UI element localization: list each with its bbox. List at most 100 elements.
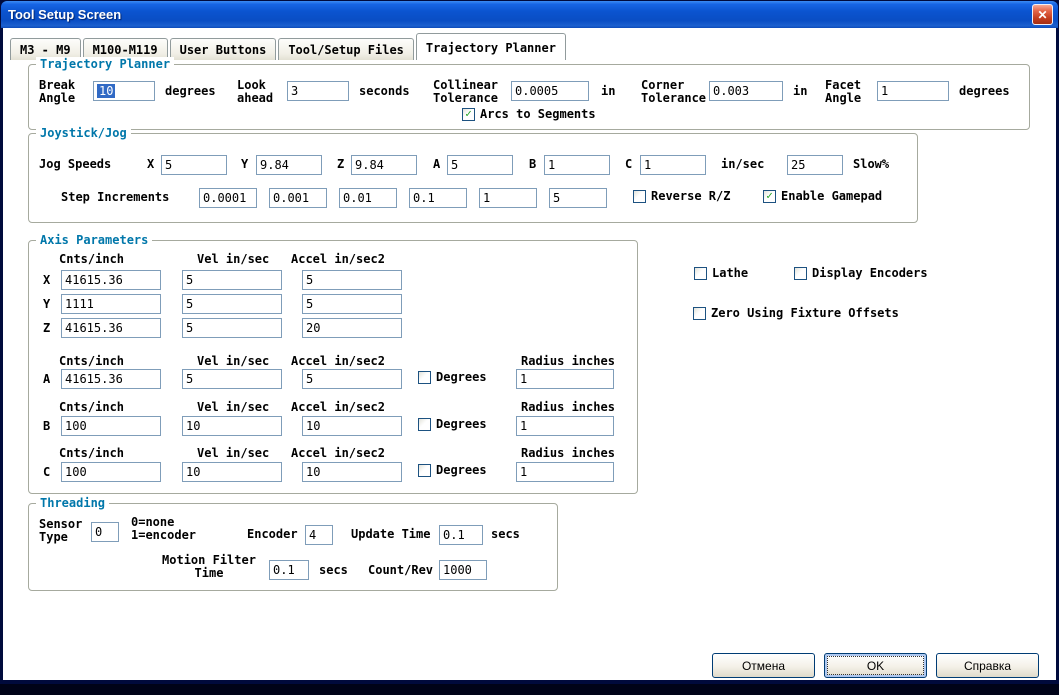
reverse-rz-checkbox[interactable]: ✓ bbox=[633, 189, 646, 203]
axis-c-radius-input[interactable] bbox=[516, 462, 614, 482]
look-ahead-unit: seconds bbox=[359, 84, 410, 98]
facet-angle-input[interactable] bbox=[877, 81, 949, 101]
trajectory-planner-group: Trajectory Planner Break Angle 10 degree… bbox=[28, 57, 1030, 130]
tab-user-buttons[interactable]: User Buttons bbox=[169, 38, 277, 60]
close-icon: ✕ bbox=[1037, 7, 1048, 22]
axis-c-cnts-input[interactable] bbox=[61, 462, 161, 482]
break-angle-input[interactable]: 10 bbox=[93, 81, 155, 101]
jog-speed-c-input[interactable] bbox=[640, 155, 706, 175]
close-button[interactable]: ✕ bbox=[1032, 4, 1053, 25]
axis-x-accel-input[interactable] bbox=[302, 270, 402, 290]
count-per-rev-input[interactable] bbox=[439, 560, 487, 580]
axis-b-accel-input[interactable] bbox=[302, 416, 402, 436]
axis-a-accel-input[interactable] bbox=[302, 369, 402, 389]
encoder-input[interactable] bbox=[305, 525, 333, 545]
axis-a-vel-input[interactable] bbox=[182, 369, 282, 389]
axis-c-degrees-label: Degrees bbox=[436, 463, 487, 477]
display-encoders-checkbox[interactable]: ✓ bbox=[794, 266, 807, 280]
jog-axis-z-label: Z bbox=[337, 157, 345, 171]
step-increment-5-input[interactable] bbox=[479, 188, 537, 208]
joystick-jog-group-title: Joystick/Jog bbox=[36, 126, 131, 141]
axis-a-degrees-label: Degrees bbox=[436, 370, 487, 384]
axis-c-label: C bbox=[43, 465, 51, 479]
collinear-tolerance-input[interactable] bbox=[511, 81, 589, 101]
arcs-to-segments-checkbox[interactable]: ✓ bbox=[462, 107, 475, 121]
axis-b-degrees-label: Degrees bbox=[436, 417, 487, 431]
corner-tolerance-input[interactable] bbox=[709, 81, 783, 101]
b-header-accel: Accel in/sec2 bbox=[291, 400, 385, 414]
jog-speed-x-input[interactable] bbox=[161, 155, 227, 175]
jog-speed-b-input[interactable] bbox=[544, 155, 610, 175]
b-header-cnts: Cnts/inch bbox=[59, 400, 125, 414]
axis-c-accel-input[interactable] bbox=[302, 462, 402, 482]
xyz-header-cnts: Cnts/inch bbox=[59, 252, 125, 266]
axis-y-label: Y bbox=[43, 297, 51, 311]
sensor-type-input[interactable] bbox=[91, 522, 119, 542]
threading-group: Threading Sensor Type 0=none 1=encoder E… bbox=[28, 496, 558, 591]
axis-a-degrees-checkbox[interactable]: ✓ bbox=[418, 370, 431, 384]
display-encoders-label: Display Encoders bbox=[812, 266, 928, 280]
step-increment-2-input[interactable] bbox=[269, 188, 327, 208]
arcs-to-segments-option: ✓ Arcs to Segments bbox=[462, 107, 596, 121]
lathe-checkbox[interactable]: ✓ bbox=[694, 266, 707, 280]
axis-z-vel-input[interactable] bbox=[182, 318, 282, 338]
axis-x-vel-input[interactable] bbox=[182, 270, 282, 290]
motion-filter-time-input[interactable] bbox=[269, 560, 309, 580]
jog-speed-z-input[interactable] bbox=[351, 155, 417, 175]
facet-angle-label: Facet Angle bbox=[825, 78, 862, 105]
slow-percent-label: Slow% bbox=[853, 157, 890, 171]
tab-tool-setup-files[interactable]: Tool/Setup Files bbox=[278, 38, 414, 60]
threading-group-title: Threading bbox=[36, 496, 110, 511]
dialog-window: Tool Setup Screen ✕ M3 - M9 M100-M119 Us… bbox=[0, 0, 1059, 684]
sensor-type-label: Sensor Type bbox=[39, 517, 83, 544]
cancel-button[interactable]: Отмена bbox=[712, 653, 815, 678]
update-time-input[interactable] bbox=[439, 525, 483, 545]
window-title: Tool Setup Screen bbox=[8, 7, 122, 22]
step-increment-6-input[interactable] bbox=[549, 188, 607, 208]
axis-b-radius-input[interactable] bbox=[516, 416, 614, 436]
sensor-type-note: 0=none 1=encoder bbox=[131, 515, 197, 542]
axis-z-accel-input[interactable] bbox=[302, 318, 402, 338]
c-header-radius: Radius inches bbox=[521, 446, 615, 460]
joystick-jog-group: Joystick/Jog Jog Speeds X Y Z A B C in/s… bbox=[28, 126, 918, 223]
lathe-option: ✓ Lathe bbox=[694, 266, 748, 280]
ok-button[interactable]: OK bbox=[824, 653, 927, 678]
dialog-body: M3 - M9 M100-M119 User Buttons Tool/Setu… bbox=[3, 28, 1056, 680]
enable-gamepad-checkbox[interactable]: ✓ bbox=[763, 189, 776, 203]
axis-b-degrees-option: ✓ Degrees bbox=[418, 417, 487, 431]
axis-z-cnts-input[interactable] bbox=[61, 318, 161, 338]
zero-using-fixture-offsets-checkbox[interactable]: ✓ bbox=[693, 306, 706, 320]
axis-a-label: A bbox=[43, 372, 51, 386]
jog-axis-x-label: X bbox=[147, 157, 155, 171]
axis-a-cnts-input[interactable] bbox=[61, 369, 161, 389]
axis-x-cnts-input[interactable] bbox=[61, 270, 161, 290]
jog-speed-y-input[interactable] bbox=[256, 155, 322, 175]
jog-speeds-label: Jog Speeds bbox=[39, 157, 112, 171]
jog-speed-a-input[interactable] bbox=[447, 155, 513, 175]
b-header-radius: Radius inches bbox=[521, 400, 615, 414]
lathe-label: Lathe bbox=[712, 266, 749, 280]
axis-a-radius-input[interactable] bbox=[516, 369, 614, 389]
axis-y-accel-input[interactable] bbox=[302, 294, 402, 314]
step-increment-1-input[interactable] bbox=[199, 188, 257, 208]
axis-y-cnts-input[interactable] bbox=[61, 294, 161, 314]
count-per-rev-label: Count/Rev bbox=[368, 563, 434, 577]
axis-c-vel-input[interactable] bbox=[182, 462, 282, 482]
xyz-header-vel: Vel in/sec bbox=[197, 252, 270, 266]
step-increment-4-input[interactable] bbox=[409, 188, 467, 208]
zero-using-fixture-offsets-option: ✓ Zero Using Fixture Offsets bbox=[693, 306, 899, 320]
help-button[interactable]: Справка bbox=[936, 653, 1039, 678]
check-icon: ✓ bbox=[766, 189, 773, 202]
step-increment-3-input[interactable] bbox=[339, 188, 397, 208]
axis-b-degrees-checkbox[interactable]: ✓ bbox=[418, 417, 431, 431]
look-ahead-input[interactable] bbox=[287, 81, 349, 101]
axis-b-vel-input[interactable] bbox=[182, 416, 282, 436]
slow-percent-input[interactable] bbox=[787, 155, 843, 175]
jog-axis-b-label: B bbox=[529, 157, 537, 171]
tab-trajectory-planner[interactable]: Trajectory Planner bbox=[415, 33, 566, 60]
axis-y-vel-input[interactable] bbox=[182, 294, 282, 314]
axis-b-cnts-input[interactable] bbox=[61, 416, 161, 436]
axis-c-degrees-checkbox[interactable]: ✓ bbox=[418, 463, 431, 477]
motion-filter-time-unit: secs bbox=[319, 563, 348, 577]
collinear-tolerance-unit: in bbox=[601, 84, 616, 98]
